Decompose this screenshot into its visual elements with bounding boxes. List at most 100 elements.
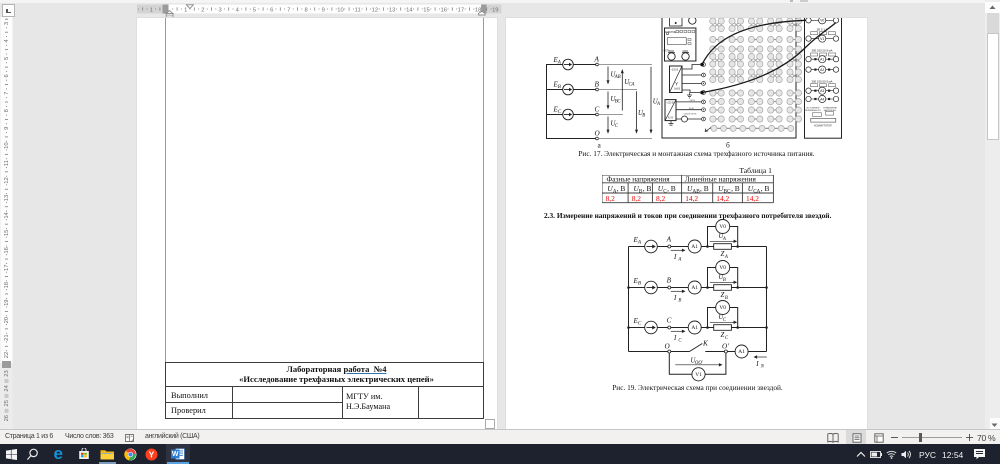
- svg-text:1: 1: [184, 7, 187, 13]
- svg-text:O: O: [665, 343, 671, 351]
- svg-text:12: 12: [371, 7, 377, 13]
- svg-text:А: А: [677, 258, 681, 263]
- svg-text:ПЕРЕМЕННОГО: ПЕРЕМЕННОГО: [805, 110, 821, 112]
- svg-text:I: I: [673, 254, 677, 261]
- svg-text:АВ: АВ: [614, 75, 621, 80]
- svg-text:3: 3: [218, 7, 221, 13]
- svg-text:8,2: 8,2: [656, 194, 666, 203]
- svg-text:10: 10: [4, 142, 10, 148]
- svg-text:А: А: [666, 235, 672, 243]
- svg-text:300 150 50 5 мА: 300 150 50 5 мА: [812, 79, 833, 83]
- svg-text:Линейные напряжения: Линейные напряжения: [685, 175, 757, 183]
- svg-text:V1: V1: [820, 37, 824, 41]
- svg-text:15: 15: [423, 7, 429, 13]
- svg-text:19: 19: [492, 7, 498, 13]
- svg-text:23: 23: [4, 370, 10, 376]
- svg-text:В: В: [725, 296, 728, 301]
- svg-text:I: I: [755, 361, 759, 368]
- svg-text:V0: V0: [719, 224, 726, 230]
- svg-text:Z: Z: [721, 332, 725, 339]
- svg-text:А1: А1: [691, 244, 698, 250]
- svg-text:А1: А1: [738, 349, 745, 355]
- svg-text:2: 2: [201, 7, 204, 13]
- svg-text:14,2: 14,2: [746, 194, 759, 203]
- svg-text:, В: , В: [643, 184, 652, 193]
- svg-text:8,2: 8,2: [631, 194, 641, 203]
- svg-text:W: W: [172, 452, 179, 459]
- svg-text:19: 19: [4, 299, 10, 305]
- svg-text:~220 В СЕТЬ: ~220 В СЕТЬ: [683, 114, 697, 116]
- svg-text:11: 11: [4, 160, 10, 166]
- svg-text:С: С: [678, 339, 682, 344]
- svg-text:~220 В: ~220 В: [671, 69, 679, 72]
- svg-text:, В: , В: [616, 184, 625, 193]
- svg-text:А1: А1: [691, 325, 698, 331]
- svg-text:9: 9: [4, 127, 10, 130]
- svg-text:I: I: [673, 295, 677, 302]
- svg-text:V0: V0: [719, 305, 726, 311]
- svg-text:С: С: [667, 316, 672, 324]
- svg-text:9: 9: [321, 7, 324, 13]
- svg-text:V0: V0: [820, 19, 824, 23]
- svg-text:КОММУТАТОР: КОММУТАТОР: [814, 124, 832, 128]
- svg-text:12: 12: [4, 177, 10, 183]
- svg-text:24: 24: [4, 384, 10, 391]
- svg-text:В: В: [642, 114, 645, 119]
- svg-text:а: а: [598, 141, 602, 149]
- svg-text:С: С: [615, 124, 619, 129]
- svg-text:3x9 В: 3x9 В: [674, 88, 681, 91]
- svg-text:20: 20: [4, 317, 10, 323]
- svg-text:16: 16: [440, 7, 446, 13]
- svg-text:Z: Z: [721, 292, 725, 299]
- svg-text:25: 25: [4, 400, 10, 406]
- svg-text:8: 8: [304, 7, 307, 13]
- svg-text:K: K: [702, 340, 709, 348]
- svg-text:В: В: [638, 281, 642, 287]
- svg-text:А1: А1: [691, 285, 698, 291]
- svg-text:O′: O′: [722, 343, 729, 351]
- svg-text:17: 17: [4, 265, 10, 271]
- svg-text:42 В: 42 В: [668, 117, 673, 120]
- svg-text:В: В: [723, 278, 726, 283]
- svg-text:13: 13: [4, 195, 10, 201]
- svg-text:, В: , В: [667, 184, 676, 193]
- svg-text:, В: , В: [700, 184, 709, 193]
- svg-text:A2: A2: [820, 68, 824, 72]
- svg-text:, В: , В: [761, 184, 770, 193]
- svg-text:А: А: [724, 255, 728, 260]
- svg-text:A1: A1: [820, 58, 824, 62]
- svg-text:15: 15: [4, 230, 10, 236]
- svg-text:В: В: [667, 276, 672, 284]
- svg-text:10: 10: [337, 7, 343, 13]
- svg-text:14: 14: [406, 7, 413, 13]
- svg-text:14,2: 14,2: [716, 194, 729, 203]
- svg-text:5: 5: [252, 7, 255, 13]
- svg-text:B: B: [595, 81, 600, 89]
- svg-text:Z: Z: [721, 251, 725, 258]
- svg-text:B: B: [558, 85, 561, 90]
- svg-text:22: 22: [4, 352, 10, 358]
- svg-text:N: N: [760, 365, 765, 370]
- svg-text:18: 18: [4, 282, 10, 288]
- svg-text:ОО′: ОО′: [695, 361, 704, 366]
- svg-text:7: 7: [287, 7, 290, 13]
- svg-text:ВС: ВС: [615, 100, 622, 105]
- svg-text:21: 21: [4, 334, 10, 340]
- svg-text:11: 11: [354, 7, 360, 13]
- svg-text:СА: СА: [629, 83, 635, 88]
- svg-text:3: 3: [4, 22, 10, 25]
- svg-text:5: 5: [4, 57, 10, 60]
- svg-text:А: А: [637, 240, 642, 246]
- svg-text:Y: Y: [149, 450, 155, 460]
- svg-text:O: O: [595, 130, 601, 138]
- svg-text:~220 В: ~220 В: [666, 102, 674, 105]
- svg-text:A: A: [594, 56, 600, 64]
- svg-text:A4: A4: [820, 97, 824, 101]
- svg-text:14: 14: [4, 211, 10, 218]
- svg-text:I: I: [673, 335, 677, 342]
- svg-text:С: С: [638, 321, 642, 327]
- svg-text:V1: V1: [695, 372, 702, 378]
- svg-text:Фазные напряжения: Фазные напряжения: [606, 175, 670, 183]
- svg-text:1: 1: [149, 7, 152, 13]
- svg-text:V0: V0: [719, 265, 726, 271]
